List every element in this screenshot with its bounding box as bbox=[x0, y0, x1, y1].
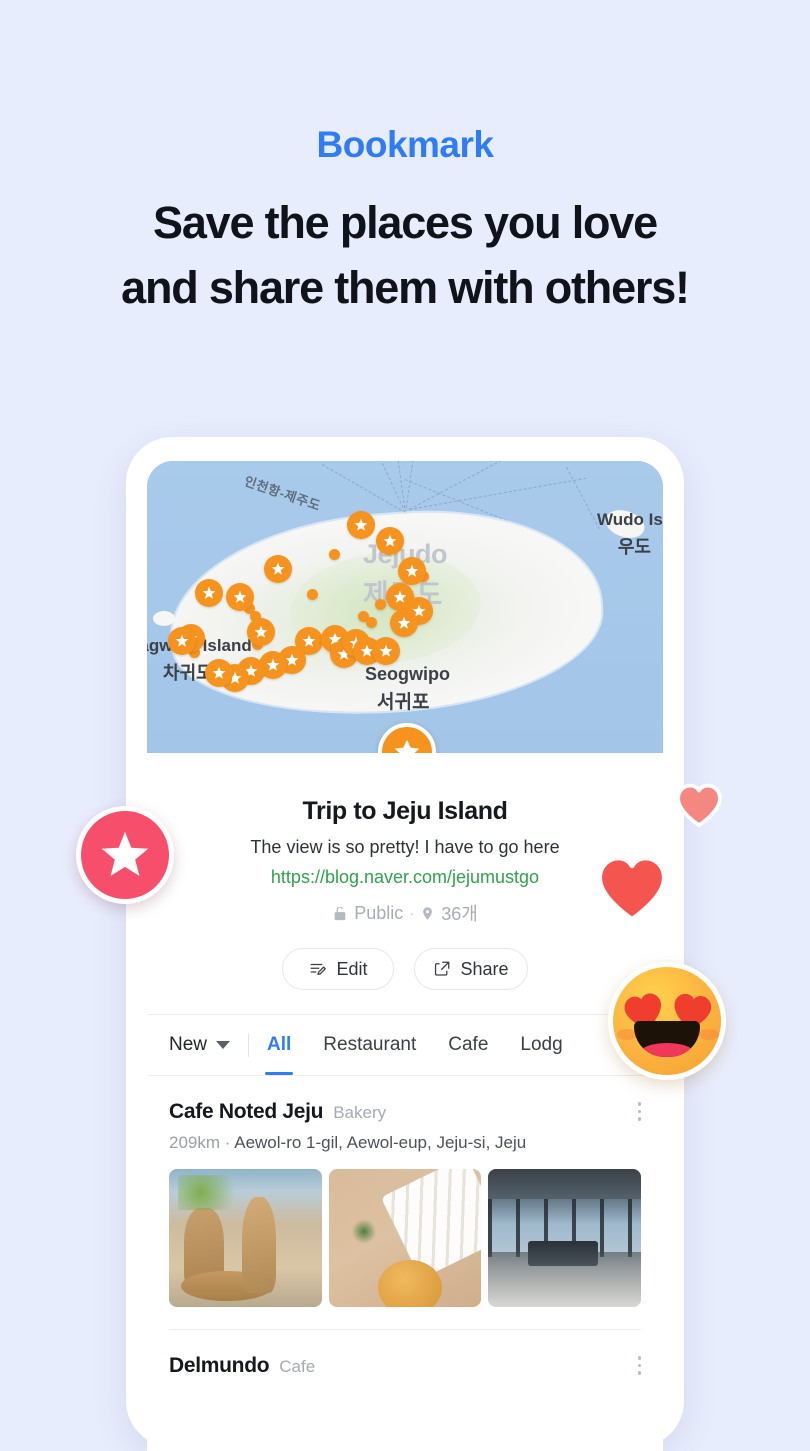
map-pin-bookmark[interactable] bbox=[372, 637, 400, 665]
map-pin-bookmark[interactable] bbox=[205, 659, 233, 687]
place-photo-row bbox=[169, 1169, 642, 1330]
tab-cafe[interactable]: Cafe bbox=[448, 1015, 488, 1075]
bookmark-visibility: Public bbox=[354, 902, 404, 923]
bookmark-place-count: 36개 bbox=[441, 904, 478, 924]
place-more-options-icon[interactable] bbox=[637, 1356, 641, 1375]
map-pin-bookmark[interactable] bbox=[226, 583, 254, 611]
place-photo[interactable] bbox=[488, 1169, 642, 1307]
tab-all-label: All bbox=[267, 1034, 292, 1055]
place-photo[interactable] bbox=[328, 1169, 482, 1307]
place-name: Cafe Noted Jeju bbox=[169, 1100, 324, 1123]
chevron-down-icon bbox=[216, 1041, 231, 1049]
star-icon bbox=[266, 658, 280, 671]
tab-restaurant[interactable]: Restaurant bbox=[323, 1015, 416, 1075]
tab-lodging-label: Lodg bbox=[520, 1034, 563, 1055]
place-header: Delmundo Cafe bbox=[169, 1354, 641, 1378]
category-tabs: All Restaurant Cafe Lodg bbox=[264, 1015, 563, 1075]
bookmark-title: Trip to Jeju Island bbox=[302, 797, 508, 825]
star-icon bbox=[233, 590, 247, 603]
map-pin-bookmark[interactable] bbox=[347, 511, 375, 539]
edit-button-label: Edit bbox=[336, 958, 368, 979]
filter-divider bbox=[248, 1033, 250, 1057]
star-icon bbox=[354, 518, 368, 531]
place-distance: 209km bbox=[169, 1133, 221, 1152]
promo-eyebrow: Bookmark bbox=[316, 124, 494, 165]
phone-screen: 인천항-제주도 Jejudo 제주도 Seogwipo 서귀포 Wudo Isl… bbox=[147, 461, 663, 1451]
star-icon bbox=[254, 625, 268, 638]
promo-header: Bookmark Save the places you love and sh… bbox=[0, 0, 810, 321]
place-more-options-icon[interactable] bbox=[637, 1102, 641, 1121]
star-icon bbox=[405, 564, 419, 577]
star-icon bbox=[101, 831, 149, 877]
tab-cafe-label: Cafe bbox=[448, 1034, 489, 1055]
bookmark-card: Trip to Jeju Island The view is so prett… bbox=[147, 753, 663, 1014]
star-icon bbox=[271, 562, 285, 575]
edit-icon bbox=[311, 963, 327, 976]
place-photo[interactable] bbox=[169, 1169, 322, 1307]
list-item[interactable]: Delmundo Cafe bbox=[147, 1330, 663, 1378]
map-pin-dot[interactable] bbox=[375, 599, 386, 610]
promo-headline: Save the places you love and share them … bbox=[0, 190, 810, 321]
place-category: Cafe bbox=[279, 1357, 316, 1376]
star-icon bbox=[394, 739, 420, 753]
edit-button[interactable]: Edit bbox=[282, 948, 395, 990]
map-pin-bookmark[interactable] bbox=[398, 557, 426, 585]
meta-separator: · bbox=[409, 904, 415, 922]
star-icon bbox=[397, 616, 411, 629]
place-name: Delmundo bbox=[169, 1354, 270, 1377]
place-address-separator: · bbox=[224, 1133, 231, 1152]
place-category: Bakery bbox=[333, 1103, 387, 1122]
heart-small-sticker bbox=[676, 782, 722, 828]
emoji-mouth bbox=[634, 1021, 700, 1057]
star-badge-sticker bbox=[76, 806, 174, 904]
heart-icon bbox=[596, 854, 668, 923]
star-icon bbox=[202, 586, 216, 599]
star-icon bbox=[175, 634, 189, 647]
unlock-icon bbox=[334, 906, 346, 920]
tab-all[interactable]: All bbox=[264, 1015, 294, 1075]
map-pin-bookmark[interactable] bbox=[247, 618, 275, 646]
star-icon bbox=[212, 666, 226, 679]
map-islet-chagwido bbox=[153, 611, 175, 626]
share-button[interactable]: Share bbox=[414, 948, 528, 990]
bookmark-description: The view is so pretty! I have to go here bbox=[250, 837, 560, 857]
bookmark-actions: Edit Share bbox=[167, 948, 643, 1014]
map-pin-dot[interactable] bbox=[366, 617, 377, 628]
place-header: Cafe Noted Jeju Bakery bbox=[169, 1100, 641, 1124]
filter-bar: New All Restaurant Cafe Lodg bbox=[147, 1014, 663, 1076]
place-address-row: 209km · Aewol-ro 1-gil, Aewol-eup, Jeju-… bbox=[169, 1133, 641, 1153]
star-icon bbox=[379, 644, 393, 657]
share-button-label: Share bbox=[460, 958, 509, 979]
map-pin-bookmark[interactable] bbox=[168, 627, 196, 655]
heart-icon bbox=[676, 783, 722, 827]
share-icon bbox=[435, 961, 450, 976]
map-pin-bookmark[interactable] bbox=[390, 609, 418, 637]
map-pin-dot[interactable] bbox=[307, 589, 318, 600]
map-pin-dot[interactable] bbox=[329, 549, 340, 560]
promo-headline-line-1: Save the places you love bbox=[153, 197, 658, 248]
map-pin-bookmark[interactable] bbox=[195, 579, 223, 607]
sort-dropdown[interactable]: New bbox=[169, 1034, 231, 1056]
place-list: Cafe Noted Jeju Bakery 209km · Aewol-ro … bbox=[147, 1076, 663, 1378]
phone-mockup-frame: 인천항-제주도 Jejudo 제주도 Seogwipo 서귀포 Wudo Isl… bbox=[126, 437, 684, 1451]
map-pin-bookmark[interactable] bbox=[264, 555, 292, 583]
map-pin-bookmark[interactable] bbox=[376, 527, 404, 555]
list-item[interactable]: Cafe Noted Jeju Bakery 209km · Aewol-ro … bbox=[147, 1076, 663, 1330]
tab-restaurant-label: Restaurant bbox=[323, 1034, 417, 1055]
star-icon bbox=[302, 634, 316, 647]
star-icon bbox=[383, 534, 397, 547]
heart-eyes-emoji-sticker bbox=[608, 962, 726, 1080]
heart-large-sticker bbox=[596, 852, 668, 924]
map-pin-icon bbox=[423, 906, 433, 920]
tab-lodging[interactable]: Lodg bbox=[520, 1015, 562, 1075]
map-view[interactable]: 인천항-제주도 Jejudo 제주도 Seogwipo 서귀포 Wudo Isl… bbox=[147, 461, 663, 753]
bookmark-link[interactable]: https://blog.naver.com/jejumustgo bbox=[167, 867, 643, 888]
bookmark-meta: Public · 36개 bbox=[167, 900, 643, 926]
star-icon bbox=[393, 590, 407, 603]
promo-headline-line-2: and share them with others! bbox=[121, 262, 690, 314]
place-address: Aewol-ro 1-gil, Aewol-eup, Jeju-si, Jeju bbox=[234, 1133, 527, 1152]
sort-dropdown-label: New bbox=[169, 1034, 208, 1055]
